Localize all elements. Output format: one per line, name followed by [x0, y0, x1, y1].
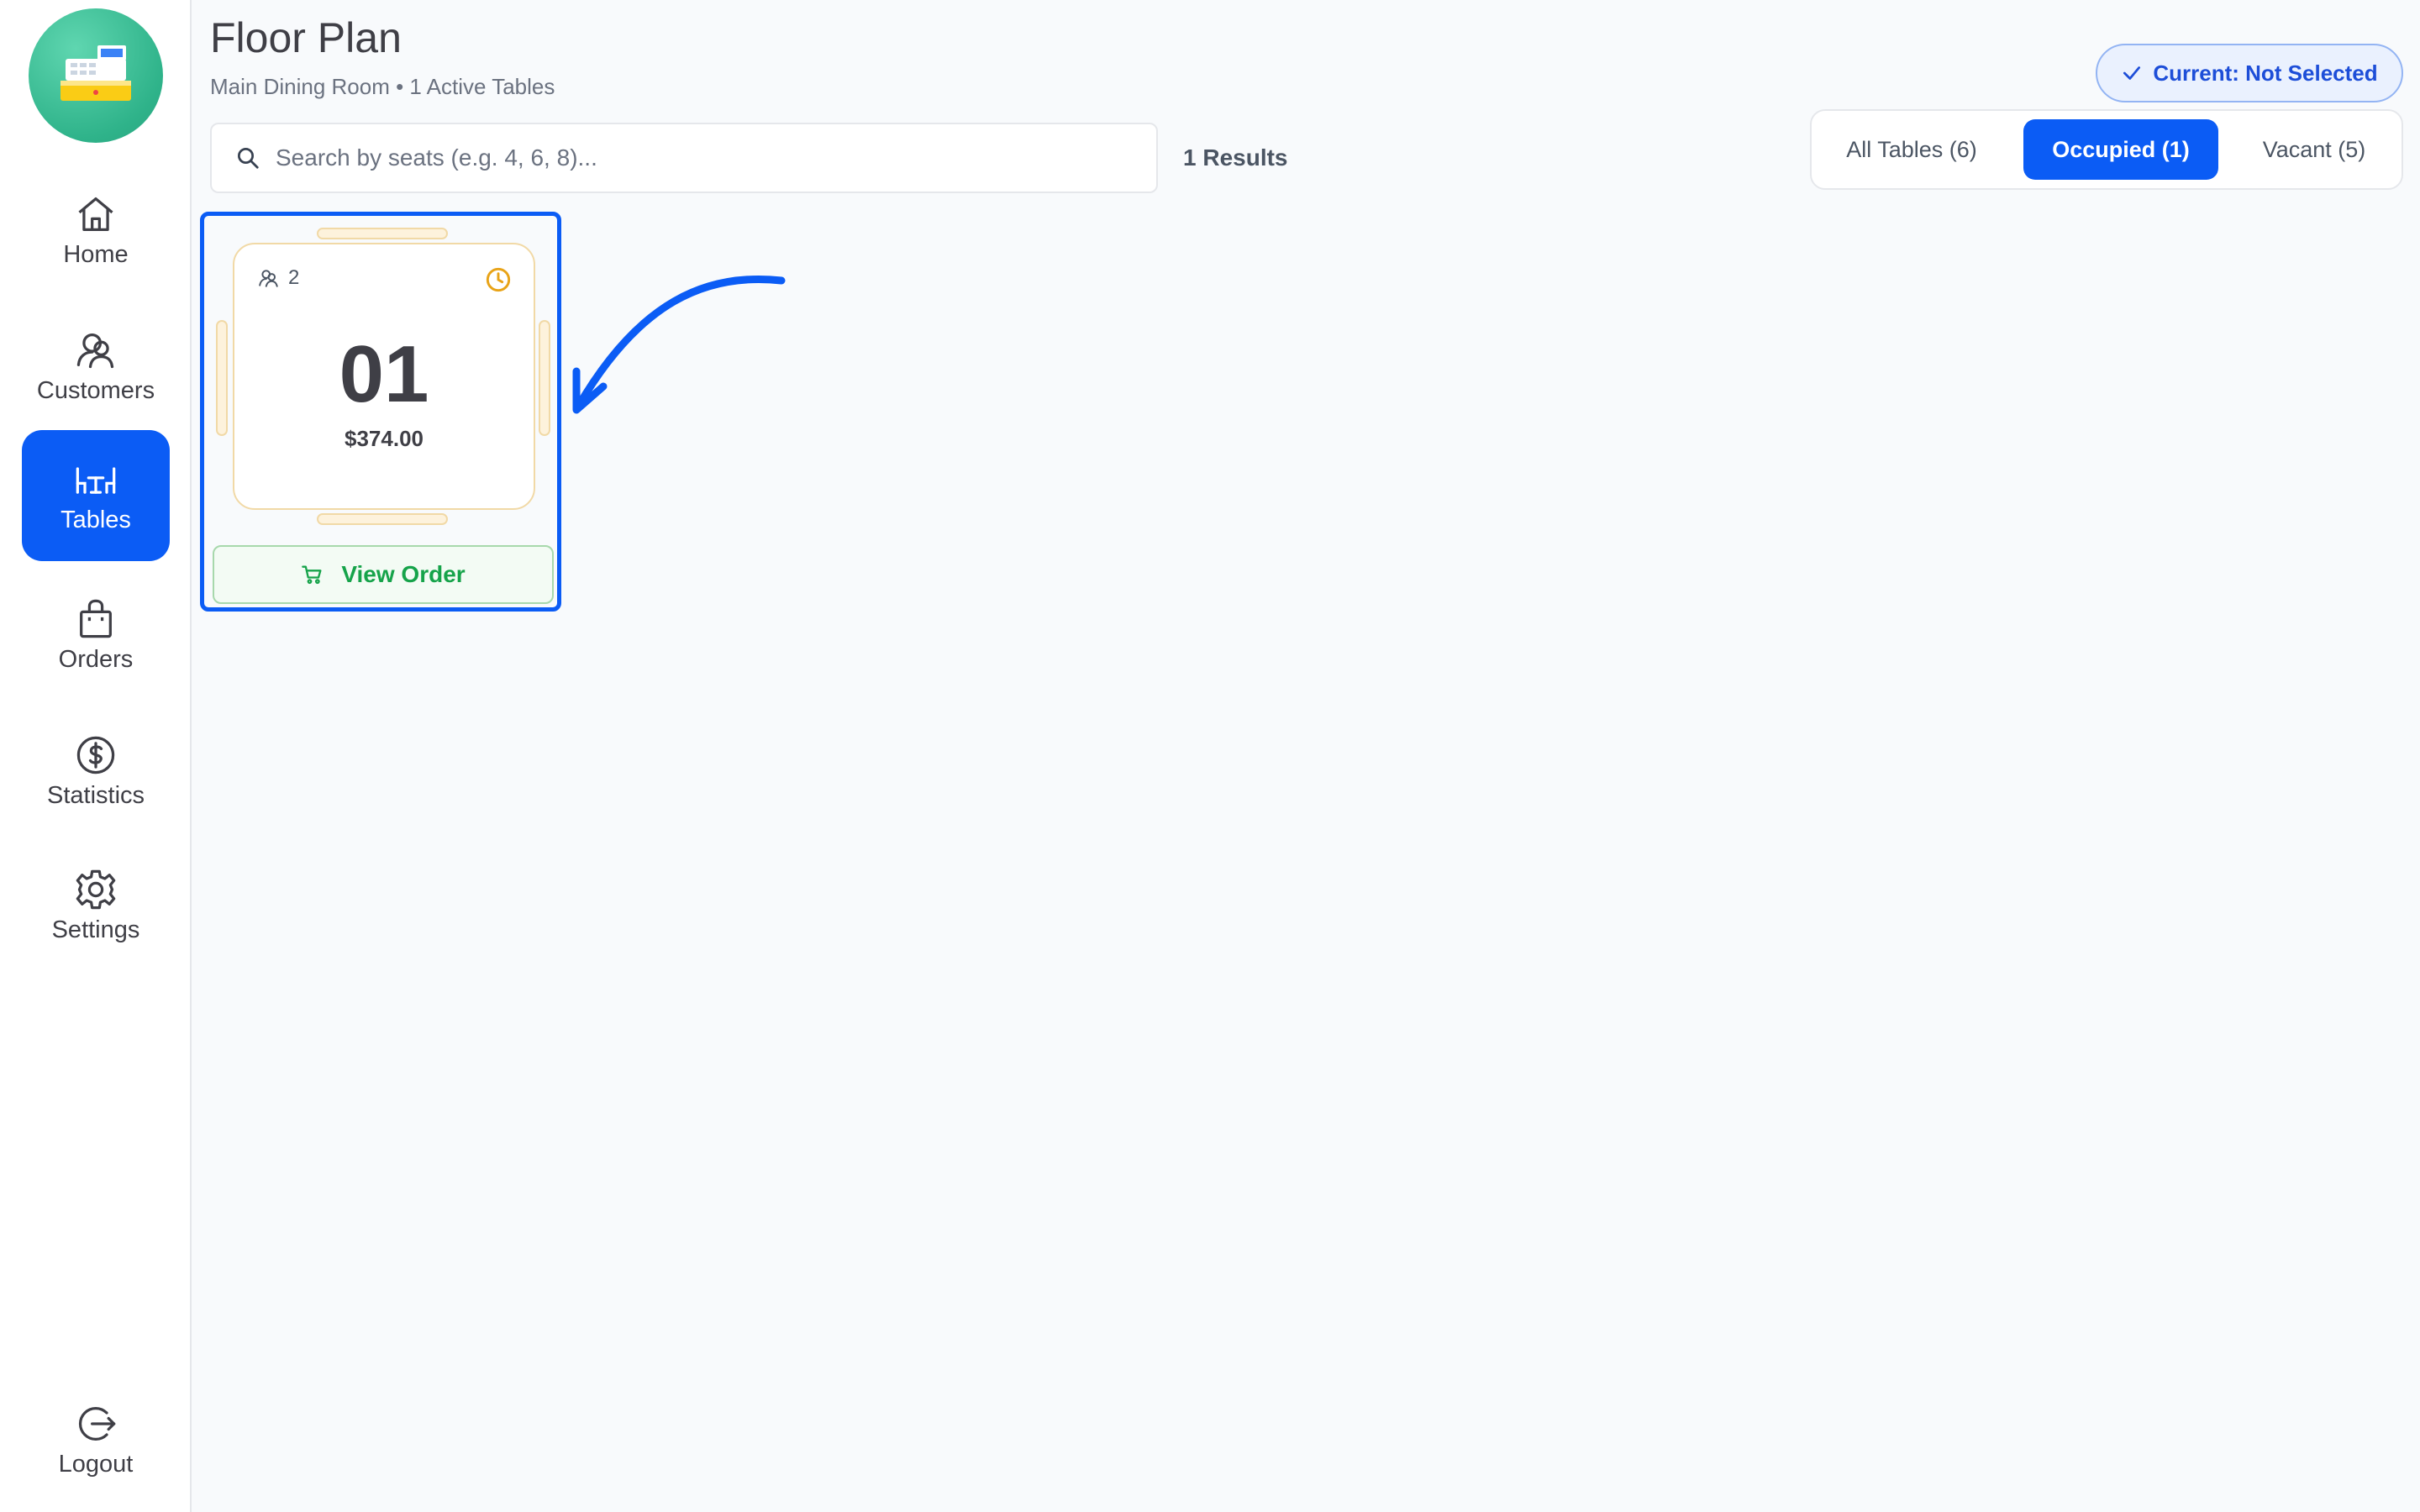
chair-top	[317, 228, 448, 239]
table-number: 01	[339, 329, 429, 419]
seat-count-value: 2	[288, 266, 300, 289]
search-icon	[238, 148, 259, 169]
clock-icon	[486, 267, 511, 292]
annotation-arrow-icon	[572, 275, 786, 414]
seat-count: 2	[258, 266, 299, 290]
filter-tabs: All Tables (6) Occupied (1) Vacant (5)	[1810, 109, 2403, 190]
page-subtitle: Main Dining Room • 1 Active Tables	[210, 74, 555, 99]
nav-customers[interactable]: Customers	[22, 301, 170, 432]
dollar-circle-icon	[76, 736, 115, 774]
app: Home Customers Tables Orders Statistics …	[0, 0, 2420, 1512]
sidebar: Home Customers Tables Orders Statistics …	[0, 0, 192, 1512]
chair-bottom	[317, 513, 448, 525]
logout-icon	[78, 1406, 116, 1441]
nav-home[interactable]: Home	[22, 165, 170, 296]
nav-orders[interactable]: Orders	[22, 570, 170, 701]
current-table-label: Current: Not Selected	[2153, 60, 2378, 86]
gear-icon	[76, 869, 116, 909]
search-field[interactable]	[210, 123, 1158, 193]
check-icon	[2123, 66, 2141, 80]
chair-right	[539, 320, 550, 436]
table-card[interactable]: 2 01 $374.00 View Order	[200, 212, 561, 612]
filter-occupied[interactable]: Occupied (1)	[2023, 119, 2218, 180]
nav-statistics[interactable]: Statistics	[22, 706, 170, 837]
results-count: 1 Results	[1183, 144, 1288, 171]
filter-all-tables[interactable]: All Tables (6)	[1832, 119, 1991, 180]
guests-icon	[259, 270, 278, 287]
chair-left	[216, 320, 228, 436]
search-input[interactable]	[276, 144, 1116, 171]
page-title: Floor Plan	[210, 14, 402, 61]
nav-tables[interactable]: Tables	[22, 430, 170, 561]
table-amount: $374.00	[345, 426, 424, 451]
filter-vacant[interactable]: Vacant (5)	[2240, 119, 2388, 180]
nav-settings-label: Settings	[51, 916, 140, 943]
nav-customers-label: Customers	[36, 376, 155, 404]
table-surface[interactable]: 2 01 $374.00	[233, 243, 535, 510]
nav-logout-label: Logout	[58, 1450, 134, 1478]
current-table-badge[interactable]: Current: Not Selected	[2096, 44, 2403, 102]
nav-home-label: Home	[63, 240, 129, 268]
nav-tables-label: Tables	[60, 506, 131, 533]
tables-icon	[76, 466, 116, 494]
nav-statistics-label: Statistics	[46, 781, 145, 809]
cash-register-icon[interactable]	[29, 8, 163, 143]
view-order-button[interactable]: View Order	[213, 545, 554, 604]
nav-settings[interactable]: Settings	[22, 840, 170, 971]
view-order-label: View Order	[341, 561, 466, 587]
customers-icon	[76, 333, 114, 368]
cart-icon	[302, 565, 322, 585]
nav-logout[interactable]: Logout	[22, 1374, 170, 1505]
nav-orders-label: Orders	[58, 645, 134, 673]
shopping-bag-icon	[80, 599, 112, 638]
home-icon	[78, 197, 113, 231]
